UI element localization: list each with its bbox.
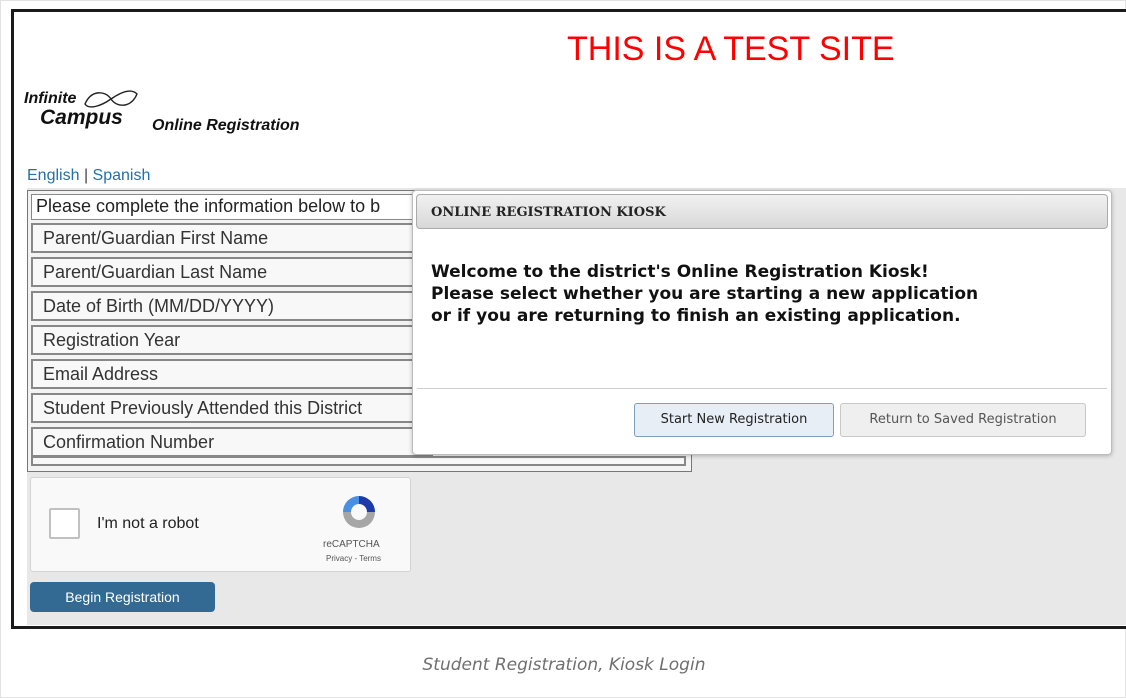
field-date-of-birth[interactable]: Date of Birth (MM/DD/YYYY) <box>31 291 433 321</box>
field-parent-first-name[interactable]: Parent/Guardian First Name <box>31 223 433 253</box>
infinite-campus-logo: Infinite Campus Online Registration <box>24 88 324 148</box>
kiosk-dialog: ONLINE REGISTRATION KIOSK Welcome to the… <box>412 190 1112 455</box>
logo-campus-text: Campus <box>40 106 123 129</box>
dialog-message-line: Welcome to the district's Online Registr… <box>431 262 929 282</box>
form-bottom-row <box>31 456 686 466</box>
figure-caption: Student Registration, Kiosk Login <box>422 655 706 675</box>
dialog-message-line: or if you are returning to finish an exi… <box>431 306 961 326</box>
recaptcha-label: I'm not a robot <box>97 515 199 532</box>
dialog-divider <box>417 388 1107 389</box>
recaptcha-widget: I'm not a robot reCAPTCHA Privacy - Term… <box>30 477 411 572</box>
recaptcha-checkbox[interactable] <box>49 508 80 539</box>
recaptcha-icon <box>343 496 375 528</box>
language-switcher: English | Spanish <box>27 167 150 185</box>
page-container: THIS IS A TEST SITE Infinite Campus Onli… <box>0 0 1126 698</box>
test-site-banner: THIS IS A TEST SITE <box>567 30 895 68</box>
dialog-message: Welcome to the district's Online Registr… <box>431 261 1101 327</box>
field-email-address[interactable]: Email Address <box>31 359 433 389</box>
form-instructions: Please complete the information below to… <box>31 194 431 220</box>
field-registration-year[interactable]: Registration Year <box>31 325 433 355</box>
return-to-saved-registration-button[interactable]: Return to Saved Registration <box>840 403 1086 437</box>
language-separator: | <box>83 167 89 184</box>
logo-product-text: Online Registration <box>152 117 300 134</box>
field-confirmation-number[interactable]: Confirmation Number <box>31 427 433 457</box>
recaptcha-brand: reCAPTCHA <box>323 539 380 550</box>
field-previously-attended[interactable]: Student Previously Attended this Distric… <box>31 393 433 423</box>
begin-registration-button[interactable]: Begin Registration <box>30 582 215 612</box>
dialog-title: ONLINE REGISTRATION KIOSK <box>416 194 1108 229</box>
field-parent-last-name[interactable]: Parent/Guardian Last Name <box>31 257 433 287</box>
english-link[interactable]: English <box>27 167 79 184</box>
dialog-message-line: Please select whether you are starting a… <box>431 284 979 304</box>
spanish-link[interactable]: Spanish <box>93 167 151 184</box>
recaptcha-privacy-terms[interactable]: Privacy - Terms <box>326 554 381 563</box>
screenshot-frame: THIS IS A TEST SITE Infinite Campus Onli… <box>11 9 1126 629</box>
start-new-registration-button[interactable]: Start New Registration <box>634 403 834 437</box>
